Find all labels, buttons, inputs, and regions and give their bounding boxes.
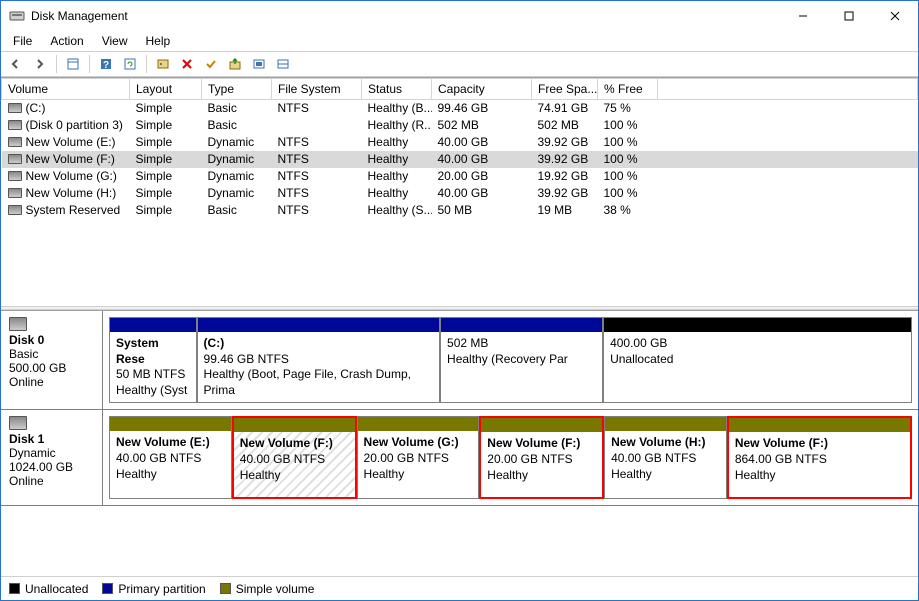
legend-item: Simple volume	[220, 582, 315, 596]
partition[interactable]: 502 MBHealthy (Recovery Par	[440, 317, 603, 403]
legend-item: Primary partition	[102, 582, 205, 596]
disk-row: Disk 0Basic500.00 GBOnlineSystem Rese50 …	[1, 311, 918, 410]
volume-icon	[8, 205, 22, 215]
disk-management-window: Disk Management FileActionViewHelp ? Vol…	[0, 0, 919, 601]
column-header[interactable]: Status	[362, 79, 432, 100]
help-button[interactable]: ?	[95, 53, 117, 75]
column-header[interactable]: Layout	[130, 79, 202, 100]
volume-row[interactable]: New Volume (E:)SimpleDynamicNTFSHealthy4…	[2, 134, 918, 151]
column-header[interactable]: Volume	[2, 79, 130, 100]
volume-icon	[8, 120, 22, 130]
partition[interactable]: 400.00 GBUnallocated	[603, 317, 912, 403]
volume-row[interactable]: New Volume (F:)SimpleDynamicNTFSHealthy4…	[2, 151, 918, 168]
volume-icon	[8, 154, 22, 164]
delete-button[interactable]	[176, 53, 198, 75]
legend: Unallocated Primary partition Simple volum…	[1, 576, 918, 600]
menu-action[interactable]: Action	[42, 32, 91, 50]
menu-view[interactable]: View	[94, 32, 136, 50]
partition[interactable]: System Rese50 MB NTFSHealthy (Syst	[109, 317, 197, 403]
show-hide-button[interactable]	[62, 53, 84, 75]
column-header[interactable]: Capacity	[432, 79, 532, 100]
disk-map[interactable]: Disk 0Basic500.00 GBOnlineSystem Rese50 …	[1, 310, 918, 576]
partition[interactable]: New Volume (F:)864.00 GB NTFSHealthy	[727, 416, 912, 499]
disk-info[interactable]: Disk 1Dynamic1024.00 GBOnline	[1, 410, 103, 505]
volume-list[interactable]: VolumeLayoutTypeFile SystemStatusCapacit…	[1, 78, 918, 306]
volume-row[interactable]: (Disk 0 partition 3)SimpleBasicHealthy (…	[2, 117, 918, 134]
check-button[interactable]	[200, 53, 222, 75]
legend-item: Unallocated	[9, 582, 88, 596]
partition[interactable]: (C:)99.46 GB NTFSHealthy (Boot, Page Fil…	[197, 317, 441, 403]
partition[interactable]: New Volume (E:)40.00 GB NTFSHealthy	[109, 416, 232, 499]
column-header[interactable]: Type	[202, 79, 272, 100]
volume-icon	[8, 171, 22, 181]
volume-row[interactable]: (C:)SimpleBasicNTFSHealthy (B...99.46 GB…	[2, 100, 918, 117]
back-button[interactable]	[5, 53, 27, 75]
app-icon	[9, 8, 25, 24]
menu-file[interactable]: File	[5, 32, 40, 50]
volume-icon	[8, 137, 22, 147]
volume-row[interactable]: System ReservedSimpleBasicNTFSHealthy (S…	[2, 202, 918, 219]
menu-help[interactable]: Help	[138, 32, 179, 50]
content-area: VolumeLayoutTypeFile SystemStatusCapacit…	[1, 77, 918, 600]
action3-button[interactable]	[272, 53, 294, 75]
volume-row[interactable]: New Volume (G:)SimpleDynamicNTFSHealthy2…	[2, 168, 918, 185]
disk-info[interactable]: Disk 0Basic500.00 GBOnline	[1, 311, 103, 409]
titlebar[interactable]: Disk Management	[1, 1, 918, 31]
partition[interactable]: New Volume (H:)40.00 GB NTFSHealthy	[604, 416, 727, 499]
column-header[interactable]: File System	[272, 79, 362, 100]
settings-icon[interactable]	[152, 53, 174, 75]
action2-button[interactable]	[248, 53, 270, 75]
partition[interactable]: New Volume (F:)20.00 GB NTFSHealthy	[479, 416, 604, 499]
volume-icon	[8, 188, 22, 198]
volume-icon	[8, 103, 22, 113]
disk-icon	[9, 317, 27, 331]
svg-text:?: ?	[103, 60, 109, 71]
column-header[interactable]: Free Spa...	[532, 79, 598, 100]
partition[interactable]: New Volume (F:)40.00 GB NTFSHealthy	[232, 416, 357, 499]
minimize-button[interactable]	[780, 1, 826, 31]
maximize-button[interactable]	[826, 1, 872, 31]
toolbar: ?	[1, 51, 918, 77]
refresh-button[interactable]	[119, 53, 141, 75]
column-header[interactable]: % Free	[598, 79, 658, 100]
menubar: FileActionViewHelp	[1, 31, 918, 51]
disk-icon	[9, 416, 27, 430]
partition[interactable]: New Volume (G:)20.00 GB NTFSHealthy	[357, 416, 480, 499]
action1-button[interactable]	[224, 53, 246, 75]
volume-row[interactable]: New Volume (H:)SimpleDynamicNTFSHealthy4…	[2, 185, 918, 202]
close-button[interactable]	[872, 1, 918, 31]
disk-row: Disk 1Dynamic1024.00 GBOnlineNew Volume …	[1, 410, 918, 506]
forward-button[interactable]	[29, 53, 51, 75]
window-title: Disk Management	[31, 9, 780, 23]
